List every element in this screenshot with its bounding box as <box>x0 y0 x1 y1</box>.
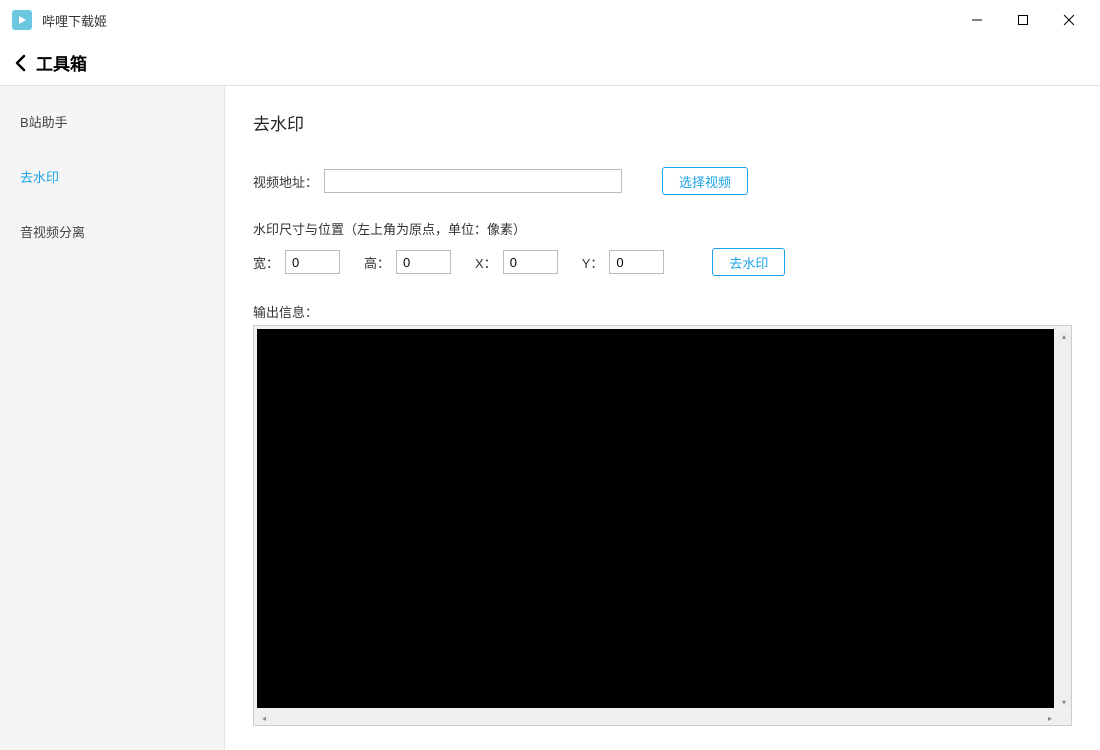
height-pair: 高： <box>364 250 451 274</box>
minimize-icon <box>971 14 983 26</box>
close-icon <box>1063 14 1075 26</box>
scroll-down-icon[interactable]: ▾ <box>1057 695 1071 709</box>
x-label: X： <box>475 253 497 272</box>
sidebar: B站助手 去水印 音视频分离 <box>0 86 225 750</box>
width-label: 宽： <box>253 253 279 272</box>
maximize-icon <box>1017 14 1029 26</box>
main-content: 去水印 视频地址： 选择视频 水印尺寸与位置（左上角为原点，单位：像素） 宽： … <box>225 86 1100 750</box>
back-button[interactable] <box>12 54 30 72</box>
window-controls <box>954 0 1092 40</box>
remove-watermark-button[interactable]: 去水印 <box>712 248 785 276</box>
height-input[interactable] <box>396 250 451 274</box>
scroll-right-icon[interactable]: ▸ <box>1043 711 1057 725</box>
nav-title: 工具箱 <box>36 50 87 75</box>
height-label: 高： <box>364 253 390 272</box>
width-input[interactable] <box>285 250 340 274</box>
titlebar: 哔哩下载姬 <box>0 0 1100 40</box>
output-label: 输出信息： <box>253 302 1072 321</box>
vertical-scrollbar[interactable]: ▴ ▾ <box>1057 329 1071 709</box>
y-pair: Y： <box>582 250 665 274</box>
x-input[interactable] <box>503 250 558 274</box>
y-label: Y： <box>582 253 604 272</box>
sidebar-item-remove-watermark[interactable]: 去水印 <box>0 149 224 204</box>
width-pair: 宽： <box>253 250 340 274</box>
video-path-input[interactable] <box>324 169 622 193</box>
output-area <box>257 329 1054 708</box>
minimize-button[interactable] <box>954 0 1000 40</box>
remove-watermark-button-label: 去水印 <box>729 253 768 272</box>
select-video-button-label: 选择视频 <box>679 172 731 191</box>
video-path-row: 视频地址： 选择视频 <box>253 167 1072 195</box>
titlebar-left: 哔哩下载姬 <box>12 10 107 30</box>
close-button[interactable] <box>1046 0 1092 40</box>
watermark-section-label: 水印尺寸与位置（左上角为原点，单位：像素） <box>253 219 1072 238</box>
video-path-label: 视频地址： <box>253 172 318 191</box>
sidebar-item-label: 去水印 <box>20 170 59 185</box>
y-input[interactable] <box>609 250 664 274</box>
maximize-button[interactable] <box>1000 0 1046 40</box>
scroll-up-icon[interactable]: ▴ <box>1057 329 1071 343</box>
output-container: ▴ ▾ ◂ ▸ <box>253 325 1072 726</box>
select-video-button[interactable]: 选择视频 <box>662 167 748 195</box>
sidebar-item-av-split[interactable]: 音视频分离 <box>0 204 224 259</box>
app-title: 哔哩下载姬 <box>42 11 107 30</box>
dimensions-row: 宽： 高： X： Y： 去水印 <box>253 248 1072 276</box>
sidebar-item-label: B站助手 <box>20 115 68 130</box>
x-pair: X： <box>475 250 558 274</box>
nav-header: 工具箱 <box>0 40 1100 86</box>
sidebar-item-label: 音视频分离 <box>20 225 85 240</box>
sidebar-item-bilibili-helper[interactable]: B站助手 <box>0 94 224 149</box>
app-icon <box>12 10 32 30</box>
scroll-left-icon[interactable]: ◂ <box>257 711 271 725</box>
horizontal-scrollbar[interactable]: ◂ ▸ <box>257 711 1057 725</box>
body-area: B站助手 去水印 音视频分离 去水印 视频地址： 选择视频 水印尺寸与位置（左上… <box>0 86 1100 750</box>
chevron-left-icon <box>12 54 30 72</box>
scroll-corner <box>1057 711 1071 725</box>
page-title: 去水印 <box>253 110 1072 135</box>
